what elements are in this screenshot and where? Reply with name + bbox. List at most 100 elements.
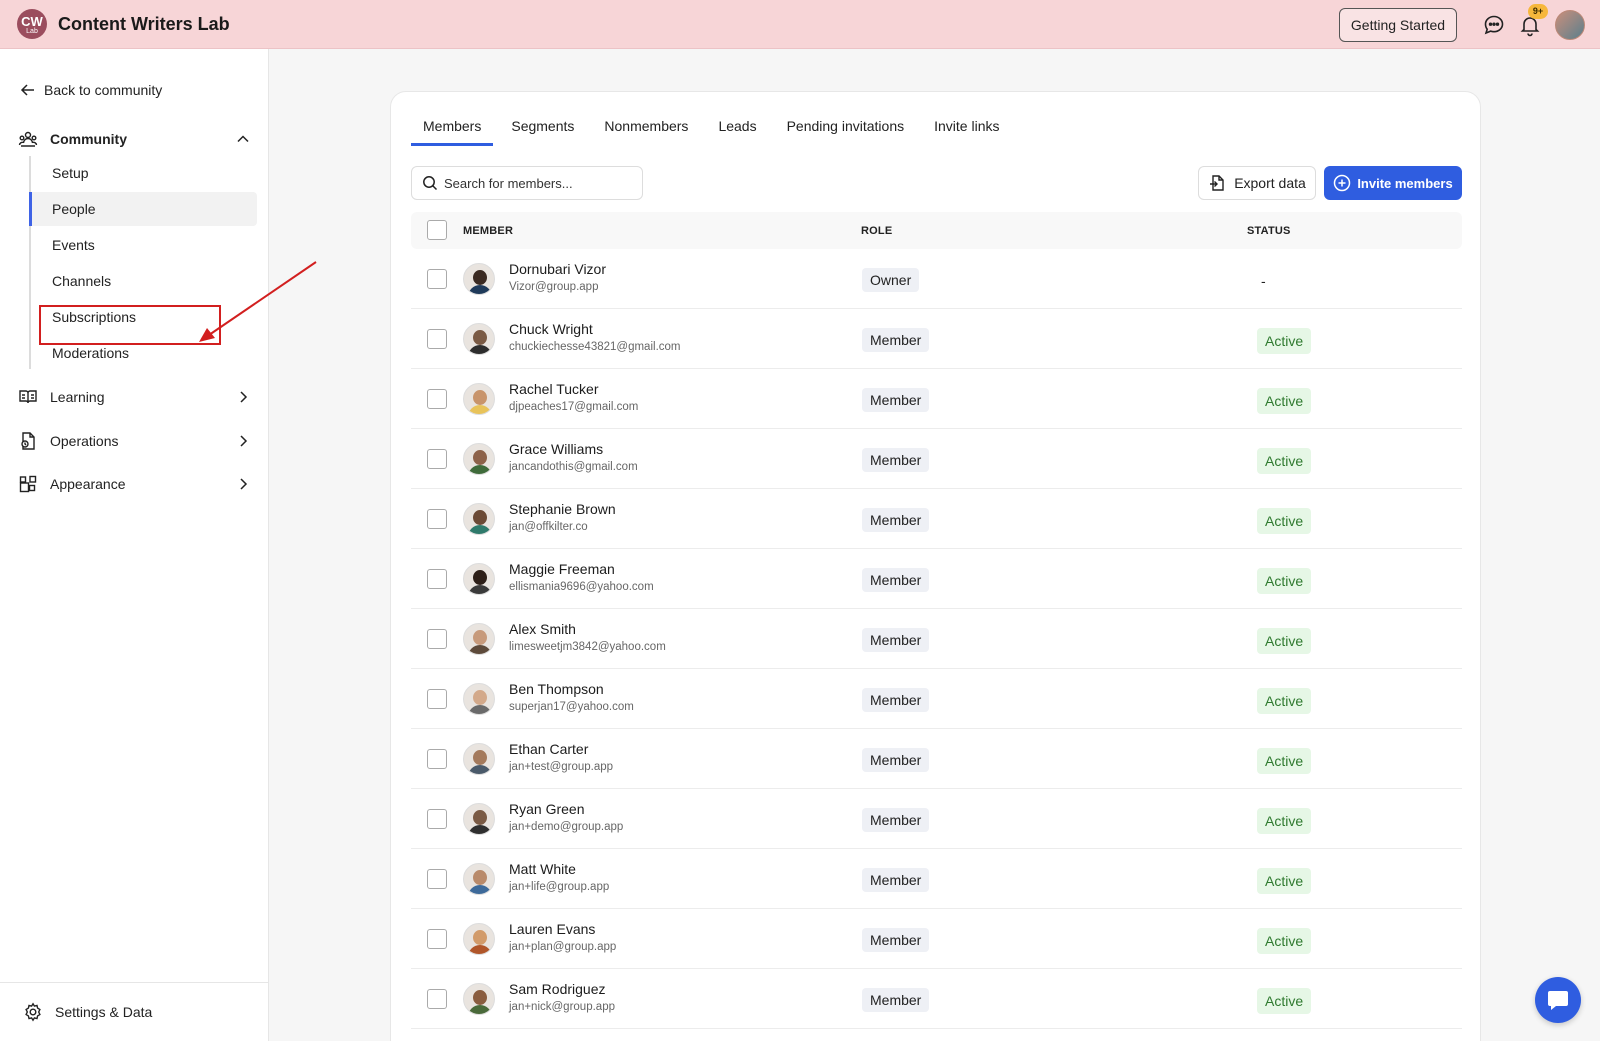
select-all-checkbox[interactable] [427,220,447,240]
nav-appearance[interactable]: Appearance [18,474,250,494]
avatar[interactable] [463,323,495,355]
annotation-highlight-box [39,305,221,345]
role-badge: Member [862,448,930,472]
role-badge: Member [862,748,930,772]
tab-invite-links[interactable]: Invite links [922,108,1011,146]
row-checkbox[interactable] [427,869,447,889]
member-name[interactable]: Ethan Carter [509,741,588,757]
tab-members[interactable]: Members [411,108,494,146]
avatar[interactable] [463,743,495,775]
getting-started-button[interactable]: Getting Started [1339,8,1457,42]
avatar[interactable] [463,863,495,895]
avatar[interactable] [463,983,495,1015]
community-logo[interactable]: CW Lab [17,9,47,39]
avatar[interactable] [463,803,495,835]
member-name[interactable]: Rachel Tucker [509,381,598,397]
chat-bubble-icon[interactable] [1482,13,1506,37]
column-status[interactable]: STATUS [1247,225,1291,237]
avatar[interactable] [463,923,495,955]
member-name[interactable]: Grace Williams [509,441,603,457]
app-title[interactable]: Content Writers Lab [58,14,230,35]
table-row[interactable]: Grace Williams jancandothis@gmail.com Memb… [411,429,1462,489]
nav-community[interactable]: Community [18,129,250,149]
role-badge: Member [862,328,930,352]
appearance-icon [19,475,37,493]
member-name[interactable]: Chuck Wright [509,321,593,337]
plus-circle-icon [1334,174,1351,192]
chevron-up-icon[interactable] [236,132,250,146]
member-name[interactable]: Ryan Green [509,801,584,817]
back-to-community-link[interactable]: Back to community [20,82,162,98]
sidebar-item-events[interactable]: Events [29,228,257,262]
row-checkbox[interactable] [427,989,447,1009]
annotation-arrow-icon [199,261,317,342]
user-avatar[interactable] [1555,10,1585,40]
row-checkbox[interactable] [427,929,447,949]
table-row[interactable]: Ben Thompson superjan17@yahoo.com Member Ac… [411,669,1462,729]
member-name[interactable]: Maggie Freeman [509,561,615,577]
community-icon [18,131,38,147]
tab-pending-invitations[interactable]: Pending invitations [775,108,917,146]
member-email: superjan17@yahoo.com [509,701,634,713]
member-name[interactable]: Ben Thompson [509,681,604,697]
member-name[interactable]: Lauren Evans [509,921,595,937]
row-checkbox[interactable] [427,689,447,709]
logo-subtext: Lab [26,28,38,35]
table-row[interactable]: Rachel Tucker djpeaches17@gmail.com Member… [411,369,1462,429]
export-data-button[interactable]: Export data [1198,166,1316,200]
chevron-right-icon[interactable] [236,434,250,448]
row-checkbox[interactable] [427,509,447,529]
nav-learning[interactable]: Learning [18,387,250,407]
role-badge: Member [862,928,930,952]
column-role[interactable]: ROLE [861,225,892,237]
sidebar: Back to community Community Setup People… [0,49,317,1041]
avatar[interactable] [463,623,495,655]
sidebar-item-setup[interactable]: Setup [29,156,257,190]
invite-members-button[interactable]: Invite members [1324,166,1462,200]
row-checkbox[interactable] [427,449,447,469]
table-row[interactable]: Maggie Freeman ellismania9696@yahoo.com Me… [411,549,1462,609]
avatar[interactable] [463,563,495,595]
sidebar-item-people[interactable]: People [29,192,257,226]
chevron-right-icon[interactable] [236,477,250,491]
support-chat-button[interactable] [1535,977,1581,1023]
row-checkbox[interactable] [427,329,447,349]
row-checkbox[interactable] [427,569,447,589]
chevron-right-icon[interactable] [236,390,250,404]
member-name[interactable]: Dornubari Vizor [509,261,606,277]
avatar[interactable] [463,443,495,475]
logo-initials: CW [21,14,43,29]
avatar[interactable] [463,383,495,415]
table-row[interactable]: Stephanie Brown jan@offkilter.co Member Act… [411,489,1462,549]
member-name[interactable]: Alex Smith [509,621,576,637]
nav-operations[interactable]: Operations [18,431,250,451]
table-row[interactable]: Ethan Carter jan+test@group.app Member Acti… [411,729,1462,789]
avatar[interactable] [463,683,495,715]
member-email: jan@offkilter.co [509,521,588,533]
row-checkbox[interactable] [427,809,447,829]
tab-segments[interactable]: Segments [499,108,586,146]
table-row[interactable]: Ryan Green jan+demo@group.app Member Active [411,789,1462,849]
column-member[interactable]: MEMBER [463,225,513,237]
row-checkbox[interactable] [427,389,447,409]
table-row[interactable]: Chuck Wright chuckiechesse43821@gmail.com… [411,309,1462,369]
avatar[interactable] [463,503,495,535]
member-name[interactable]: Matt White [509,861,576,877]
table-row[interactable]: Matt White jan+life@group.app Member Active [411,849,1462,909]
member-name[interactable]: Sam Rodriguez [509,981,606,997]
member-name[interactable]: Stephanie Brown [509,501,616,517]
settings-and-data-link[interactable]: Settings & Data [0,982,268,1041]
table-row[interactable]: Alex Smith limesweetjm3842@yahoo.com Membe… [411,609,1462,669]
tab-nonmembers[interactable]: Nonmembers [592,108,700,146]
people-tabs: Members Segments Nonmembers Leads Pendin… [411,108,1017,146]
row-checkbox[interactable] [427,749,447,769]
settings-and-data-label: Settings & Data [55,1004,153,1020]
row-checkbox[interactable] [427,269,447,289]
table-row[interactable]: Lauren Evans jan+plan@group.app Member Acti… [411,909,1462,969]
row-checkbox[interactable] [427,629,447,649]
table-row[interactable]: Dornubari Vizor Vizor@group.app Owner - [411,249,1462,309]
table-row[interactable]: Sam Rodriguez jan+nick@group.app Member Act… [411,969,1462,1029]
search-input[interactable] [444,175,634,191]
tab-leads[interactable]: Leads [706,108,768,146]
avatar[interactable] [463,263,495,295]
